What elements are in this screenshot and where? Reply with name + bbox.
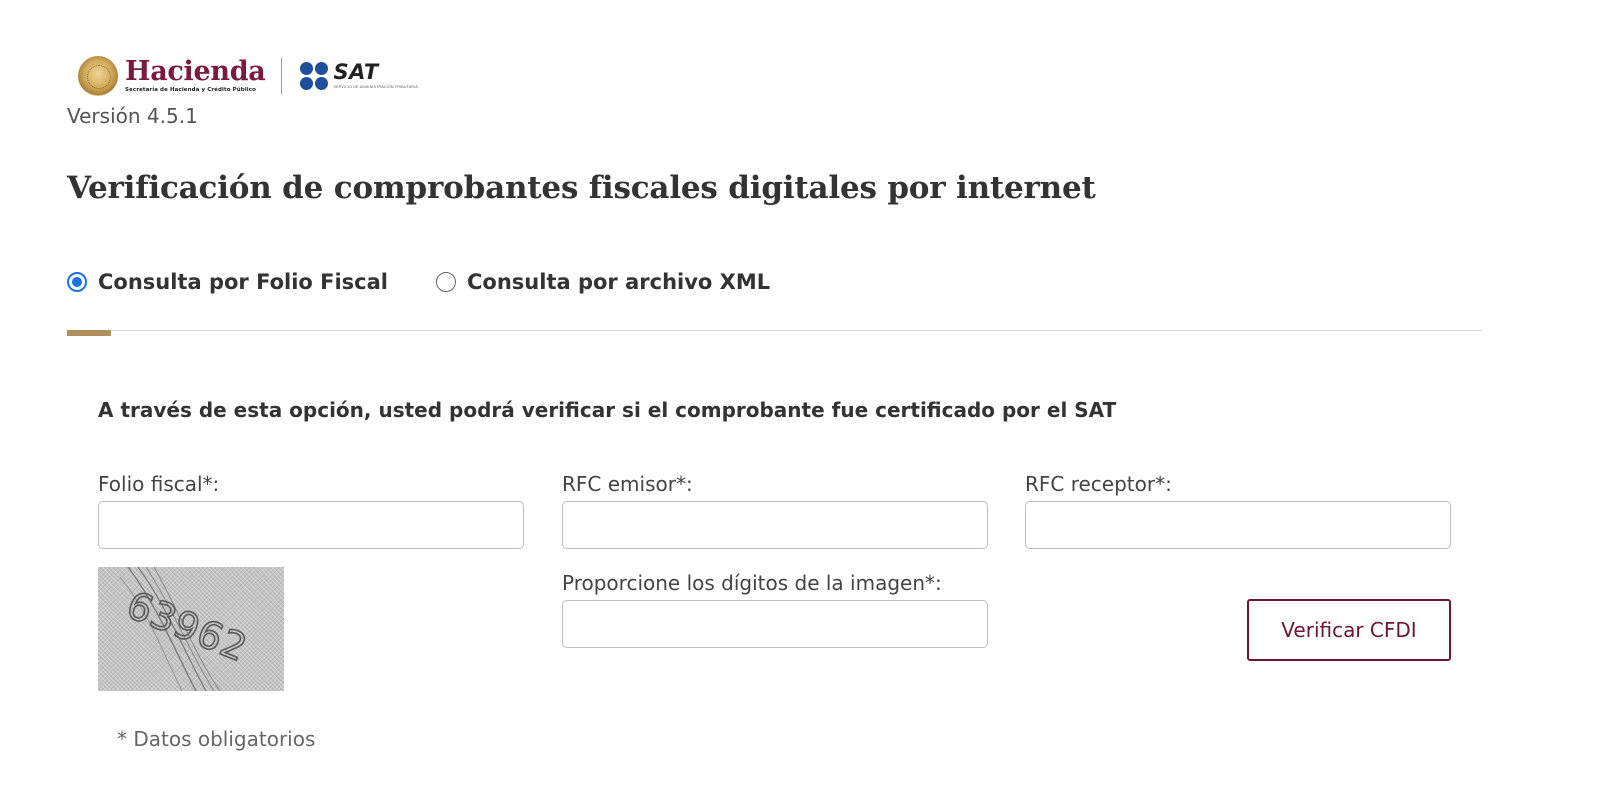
rfc-receptor-label: RFC receptor*: bbox=[1025, 472, 1172, 496]
active-tab-indicator bbox=[67, 330, 111, 336]
radio-folio-fiscal[interactable] bbox=[67, 272, 87, 292]
sat-logo-subtitle: SERVICIO DE ADMINISTRACIÓN TRIBUTARIA bbox=[333, 85, 418, 90]
folio-fiscal-label: Folio fiscal*: bbox=[98, 472, 220, 496]
page: Hacienda Secretaría de Hacienda y Crédit… bbox=[0, 0, 1600, 799]
query-mode-radio-group: Consulta por Folio Fiscal Consulta por a… bbox=[67, 270, 770, 294]
radio-option-folio[interactable]: Consulta por Folio Fiscal bbox=[67, 270, 388, 294]
radio-archivo-xml[interactable] bbox=[436, 272, 457, 292]
captcha-image: 63962 bbox=[98, 567, 284, 691]
radio-label-folio[interactable]: Consulta por Folio Fiscal bbox=[98, 270, 388, 294]
hacienda-logo-subtitle: Secretaría de Hacienda y Crédito Público bbox=[125, 87, 257, 94]
coat-of-arms-icon bbox=[78, 56, 118, 96]
rfc-emisor-input[interactable] bbox=[562, 501, 988, 549]
page-title: Verificación de comprobantes fiscales di… bbox=[67, 170, 1096, 206]
rfc-emisor-label: RFC emisor*: bbox=[562, 472, 693, 496]
captcha-graphic: 63962 bbox=[119, 567, 255, 691]
captcha-input[interactable] bbox=[562, 600, 988, 648]
verificar-cfdi-button[interactable]: Verificar CFDI bbox=[1247, 599, 1451, 661]
captcha-label: Proporcione los dígitos de la imagen*: bbox=[562, 571, 942, 595]
hacienda-logo-text: Hacienda bbox=[125, 56, 266, 88]
captcha-text: 63962 bbox=[121, 583, 254, 671]
required-fields-note: * Datos obligatorios bbox=[117, 727, 316, 751]
version-label: Versión 4.5.1 bbox=[67, 104, 198, 128]
folio-fiscal-input[interactable] bbox=[98, 501, 524, 549]
sat-logo: SAT SERVICIO DE ADMINISTRACIÓN TRIBUTARI… bbox=[333, 62, 417, 90]
sat-logo-text: SAT bbox=[333, 60, 379, 85]
sat-dots-icon bbox=[300, 62, 329, 90]
hacienda-logo: Hacienda Secretaría de Hacienda y Crédit… bbox=[125, 56, 266, 94]
radio-label-xml[interactable]: Consulta por archivo XML bbox=[467, 270, 770, 294]
rfc-receptor-input[interactable] bbox=[1025, 501, 1451, 549]
form-intro-text: A través de esta opción, usted podrá ver… bbox=[98, 398, 1117, 422]
header-logos: Hacienda Secretaría de Hacienda y Crédit… bbox=[78, 56, 418, 96]
logo-divider bbox=[281, 58, 283, 94]
radio-option-xml[interactable]: Consulta por archivo XML bbox=[436, 270, 770, 294]
tab-divider bbox=[67, 330, 1482, 331]
